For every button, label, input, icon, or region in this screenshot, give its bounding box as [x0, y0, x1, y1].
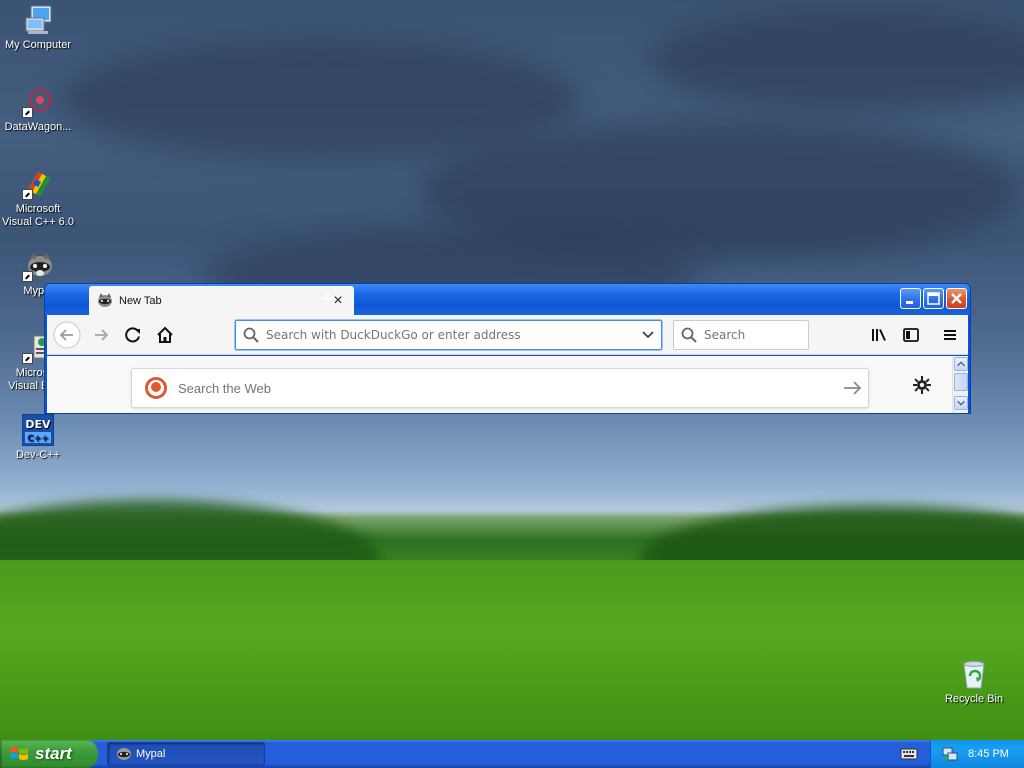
- desktop-icon-label: Recycle Bin: [944, 693, 1004, 705]
- scroll-up-button[interactable]: [954, 357, 968, 371]
- desktop-icon-label: Dev-C++: [15, 449, 61, 461]
- shortcut-arrow-icon: [22, 353, 33, 364]
- svg-text:DEV: DEV: [25, 418, 51, 431]
- back-button[interactable]: [53, 321, 81, 349]
- forward-button[interactable]: [87, 321, 115, 349]
- maximize-button[interactable]: [923, 288, 944, 309]
- scroll-up-arrow-icon: [957, 361, 965, 367]
- minimize-button[interactable]: [900, 288, 921, 309]
- address-bar[interactable]: [235, 320, 662, 350]
- clock[interactable]: 8:45 PM: [968, 748, 1009, 760]
- tab-new-tab[interactable]: New Tab ×: [89, 286, 354, 315]
- reload-button[interactable]: [119, 321, 147, 349]
- taskbar-item-label: Mypal: [136, 748, 166, 760]
- title-bar[interactable]: New Tab × +: [45, 284, 970, 315]
- home-button[interactable]: [151, 321, 179, 349]
- maximize-icon: [927, 292, 940, 305]
- browser-window: New Tab × +: [44, 283, 971, 414]
- chevron-down-icon[interactable]: [635, 321, 661, 349]
- hamburger-menu-icon: [944, 330, 956, 340]
- search-bar[interactable]: [673, 320, 809, 350]
- web-search-input[interactable]: [178, 380, 838, 396]
- desktop-icon-label: DataWagon...: [4, 121, 72, 133]
- recycle-bin-icon: [958, 658, 990, 690]
- minimize-icon: [906, 301, 913, 304]
- close-window-button[interactable]: [946, 288, 967, 309]
- scroll-down-button[interactable]: [954, 396, 968, 410]
- shortcut-arrow-icon: [22, 107, 33, 118]
- tab-title: New Tab: [119, 294, 162, 307]
- mypal-raccoon-icon: [98, 292, 112, 307]
- menu-button[interactable]: [936, 321, 964, 349]
- search-icon: [243, 327, 259, 343]
- search-icon: [681, 327, 697, 343]
- my-computer-icon: [22, 4, 54, 36]
- navigation-toolbar: [47, 315, 968, 355]
- system-tray: 8:45 PM: [930, 740, 1024, 768]
- shortcut-arrow-icon: [22, 271, 33, 282]
- duckduckgo-logo-icon: [145, 377, 167, 399]
- new-tab-page: [47, 356, 952, 413]
- keyboard-layout-icon[interactable]: [900, 746, 918, 762]
- desktop-icon-recycle-bin[interactable]: Recycle Bin: [936, 658, 1012, 706]
- library-button[interactable]: [865, 321, 893, 349]
- desktop-icon-label: My Computer: [4, 39, 72, 51]
- visual-cpp-icon: [22, 168, 54, 200]
- desktop-icon-my-computer[interactable]: My Computer: [0, 4, 76, 52]
- shortcut-arrow-icon: [22, 189, 33, 200]
- desktop-icon-dev-cpp[interactable]: DEV C++ Dev-C++: [0, 414, 76, 462]
- desktop-icon-label: Microsoft Visual C++ 6.0: [2, 203, 74, 228]
- taskbar: start Mypal 8:45 PM: [0, 740, 1024, 768]
- mypal-raccoon-icon: [117, 748, 131, 760]
- home-icon: [157, 326, 173, 343]
- new-tab-button[interactable]: +: [317, 288, 339, 311]
- address-input[interactable]: [266, 328, 635, 342]
- library-icon: [872, 329, 886, 341]
- dev-cpp-icon: DEV C++: [22, 414, 54, 446]
- start-label: start: [35, 744, 72, 763]
- vertical-scrollbar[interactable]: [952, 356, 968, 413]
- sidebar-icon: [903, 328, 919, 342]
- scroll-down-arrow-icon: [957, 400, 965, 406]
- gear-icon[interactable]: [911, 374, 933, 396]
- mypal-raccoon-icon: [22, 250, 54, 282]
- windows-flag-icon: [10, 747, 28, 760]
- forward-arrow-icon: [95, 329, 109, 341]
- taskbar-item-mypal[interactable]: Mypal: [107, 742, 265, 766]
- start-button[interactable]: start: [0, 740, 98, 768]
- search-input[interactable]: [704, 328, 804, 342]
- back-arrow-icon: [53, 321, 81, 349]
- scroll-thumb[interactable]: [954, 373, 968, 391]
- desktop-icon-datawagon[interactable]: DataWagon...: [0, 86, 76, 134]
- network-connection-icon[interactable]: [941, 745, 959, 763]
- svg-text:C++: C++: [27, 434, 49, 444]
- search-go-arrow-icon[interactable]: [838, 376, 868, 400]
- web-search-box[interactable]: [131, 368, 869, 408]
- close-icon: [951, 293, 962, 304]
- datawagon-icon: [22, 86, 54, 118]
- sidebar-button[interactable]: [897, 321, 925, 349]
- desktop-icon-visual-cpp[interactable]: Microsoft Visual C++ 6.0: [0, 168, 76, 229]
- reload-icon: [125, 327, 140, 343]
